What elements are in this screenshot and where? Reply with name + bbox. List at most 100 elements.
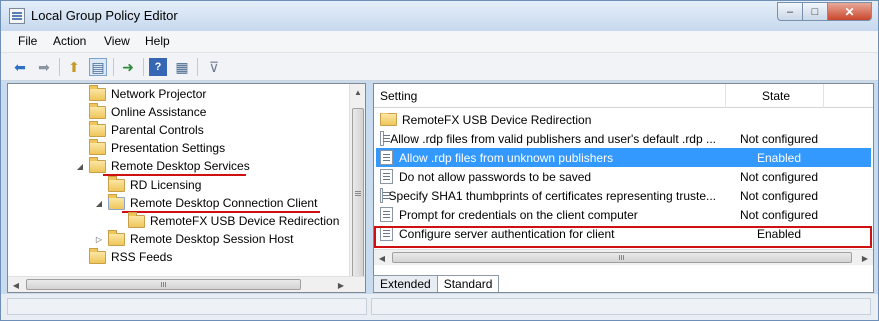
open-folder-icon: [108, 193, 125, 210]
folder-icon: [89, 156, 106, 173]
list-header: Setting State: [374, 84, 873, 108]
collapse-arrow-icon[interactable]: ◢: [75, 162, 85, 171]
list-item-policy[interactable]: Prompt for credentials on the client com…: [376, 205, 871, 224]
folder-icon: [108, 229, 125, 246]
setting-name: Allow .rdp files from valid publishers a…: [390, 131, 716, 146]
tree-item-rd-licensing[interactable]: RD Licensing: [94, 175, 202, 194]
maximize-button[interactable]: □: [803, 2, 828, 21]
folder-icon: [89, 138, 106, 155]
minimize-button[interactable]: –: [777, 2, 803, 21]
window-title: Local Group Policy Editor: [31, 8, 178, 23]
policy-setting-icon: [380, 188, 389, 203]
setting-name: Prompt for credentials on the client com…: [399, 207, 638, 222]
view-tabs: Extended Standard: [373, 274, 500, 292]
policy-setting-icon: [380, 207, 393, 222]
status-cell: [7, 298, 367, 315]
grip-icon: [161, 282, 162, 287]
tree-item-label: RemoteFX USB Device Redirection: [150, 214, 340, 228]
collapse-arrow-icon[interactable]: ◢: [94, 199, 104, 208]
forward-arrow-icon[interactable]: ➡: [35, 58, 53, 76]
menu-action[interactable]: Action: [53, 34, 86, 48]
tree-item-label: Network Projector: [111, 87, 207, 101]
title-bar: Local Group Policy Editor – □ ✕: [1, 1, 878, 31]
scroll-thumb[interactable]: [352, 108, 364, 284]
caption-buttons: – □ ✕: [777, 2, 872, 21]
setting-state: Not configured: [739, 131, 819, 146]
tree-horizontal-scrollbar[interactable]: ◀ ▶: [8, 276, 365, 292]
folder-icon: [128, 211, 145, 228]
status-cell: [371, 298, 871, 315]
setting-state: Not configured: [739, 169, 819, 184]
app-icon: [9, 8, 25, 24]
policy-setting-icon: [380, 150, 393, 165]
list-item-policy[interactable]: Do not allow passwords to be saved Not c…: [376, 167, 871, 186]
tree-item-label: RSS Feeds: [111, 250, 173, 264]
list-item-policy[interactable]: Specify SHA1 thumbprints of certificates…: [376, 186, 871, 205]
column-header-setting[interactable]: Setting: [374, 84, 726, 108]
filter-icon[interactable]: ⊽: [205, 58, 223, 76]
policy-setting-icon: [380, 169, 393, 184]
grip-icon: [355, 191, 361, 192]
tree-item-remote-desktop-connection-client[interactable]: ◢ Remote Desktop Connection Client: [94, 193, 318, 212]
setting-name: Allow .rdp files from unknown publishers: [399, 150, 614, 165]
properties-icon[interactable]: ▦: [173, 58, 191, 76]
list-horizontal-scrollbar[interactable]: ◀ ▶: [374, 249, 873, 265]
toolbar-separator: [59, 58, 60, 76]
column-header-state[interactable]: State: [726, 84, 824, 108]
tab-standard[interactable]: Standard: [436, 275, 500, 292]
scroll-right-arrow-icon[interactable]: ▶: [857, 250, 873, 266]
tree-item-label: Online Assistance: [111, 105, 207, 119]
toolbar: ⬅ ➡ ⬆ ▤ ➜ ? ▦ ⊽: [1, 53, 878, 81]
tree-item-rss-feeds[interactable]: RSS Feeds: [75, 247, 173, 266]
folder-icon: [89, 84, 106, 101]
setting-state: Not configured: [739, 207, 819, 222]
status-bar: [1, 294, 878, 320]
policy-setting-icon: [380, 131, 391, 146]
settings-list-pane: Setting State RemoteFX USB Device Redire…: [373, 83, 874, 293]
tree-item-presentation-settings[interactable]: Presentation Settings: [75, 138, 225, 157]
help-icon[interactable]: ?: [149, 58, 167, 76]
window: Local Group Policy Editor – □ ✕ File Act…: [0, 0, 879, 321]
up-folder-icon[interactable]: ⬆: [65, 58, 83, 76]
tree-item-remote-desktop-services[interactable]: ◢ Remote Desktop Services: [75, 156, 250, 175]
close-button[interactable]: ✕: [828, 2, 872, 21]
scroll-right-arrow-icon[interactable]: ▶: [333, 277, 349, 292]
tree-item-label: Remote Desktop Connection Client: [130, 196, 318, 210]
back-arrow-icon[interactable]: ⬅: [11, 58, 29, 76]
folder-icon: [108, 175, 125, 192]
tree-vertical-scrollbar[interactable]: ▲: [349, 84, 365, 284]
scroll-thumb[interactable]: [26, 279, 301, 290]
folder-icon: [89, 247, 106, 264]
tree-item-remote-desktop-session-host[interactable]: ▷ Remote Desktop Session Host: [94, 229, 294, 248]
tree-item-label: RD Licensing: [130, 178, 202, 192]
toolbar-separator: [143, 58, 144, 76]
export-list-icon[interactable]: ➜: [119, 58, 137, 76]
scroll-left-arrow-icon[interactable]: ◀: [374, 250, 390, 266]
menu-bar: File Action View Help: [1, 31, 878, 53]
tree-item-remotefx-usb[interactable]: RemoteFX USB Device Redirection: [114, 211, 340, 230]
red-box-annotation: [374, 226, 872, 248]
scroll-left-arrow-icon[interactable]: ◀: [8, 277, 24, 292]
tree-item-network-projector[interactable]: Network Projector: [75, 84, 207, 103]
scroll-up-arrow-icon[interactable]: ▲: [350, 84, 365, 100]
tab-extended[interactable]: Extended: [373, 275, 438, 292]
scroll-thumb[interactable]: [392, 252, 852, 263]
menu-file[interactable]: File: [18, 34, 37, 48]
list-item-folder[interactable]: RemoteFX USB Device Redirection: [376, 110, 871, 129]
expand-arrow-icon[interactable]: ▷: [94, 235, 104, 244]
setting-name: Specify SHA1 thumbprints of certificates…: [388, 188, 716, 203]
tree-item-label: Remote Desktop Services: [111, 159, 250, 173]
grip-icon: [619, 255, 620, 260]
tree-item-label: Parental Controls: [111, 123, 204, 137]
list-item-policy-selected[interactable]: Allow .rdp files from unknown publishers…: [376, 148, 871, 167]
tree-item-online-assistance[interactable]: Online Assistance: [75, 102, 207, 121]
show-hide-tree-icon[interactable]: ▤: [89, 58, 107, 76]
tree-item-parental-controls[interactable]: Parental Controls: [75, 120, 204, 139]
tree-item-label: Remote Desktop Session Host: [130, 232, 294, 246]
folder-icon: [380, 112, 397, 126]
menu-help[interactable]: Help: [145, 34, 170, 48]
toolbar-separator: [113, 58, 114, 76]
list-item-policy[interactable]: Allow .rdp files from valid publishers a…: [376, 129, 871, 148]
folder-icon: [89, 120, 106, 137]
menu-view[interactable]: View: [104, 34, 130, 48]
